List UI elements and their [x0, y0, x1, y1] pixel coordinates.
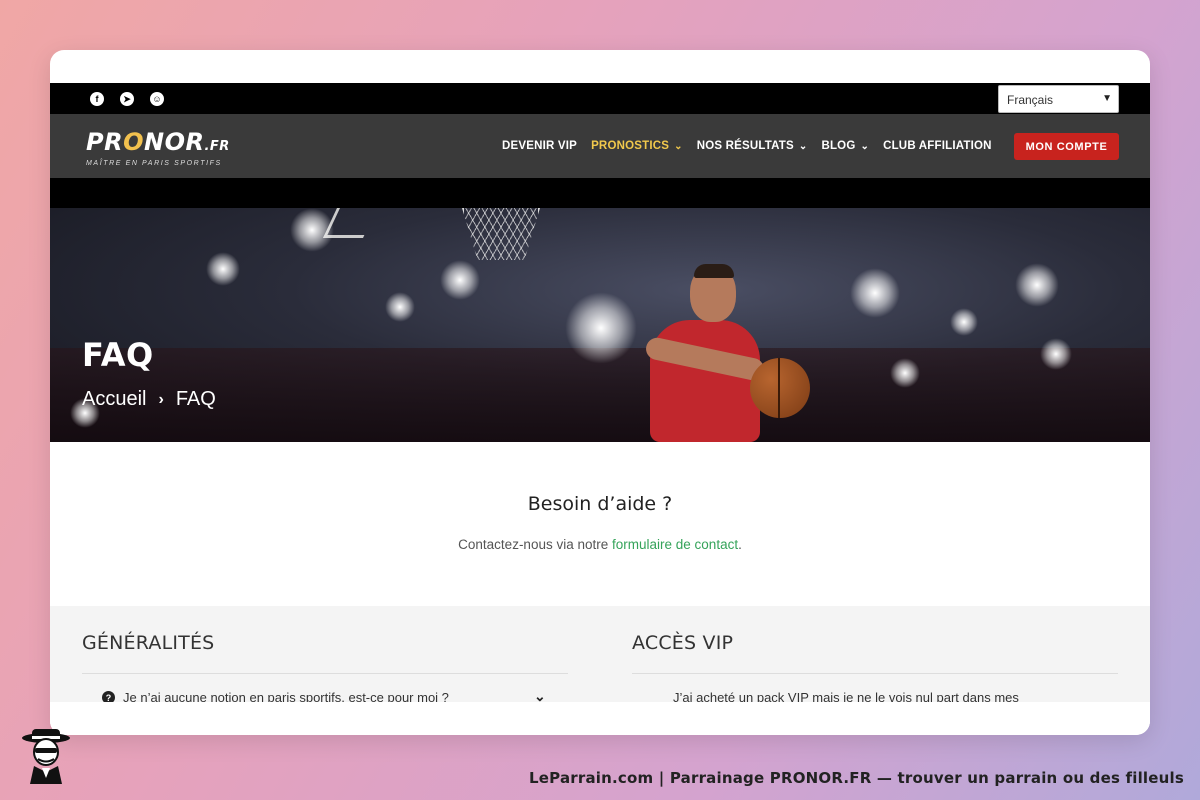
basket-net-shape — [462, 208, 540, 260]
basketball-shape — [750, 358, 810, 418]
chevron-down-icon: ⌄ — [798, 140, 808, 152]
menu-label: NOS RÉSULTATS — [696, 140, 794, 152]
help-text: Contactez-nous via notre formulaire de c… — [50, 537, 1150, 552]
arena-light — [440, 260, 480, 300]
arena-light — [565, 292, 637, 364]
snapchat-icon[interactable]: ☺ — [150, 92, 164, 106]
menu-item-nos-resultats[interactable]: NOS RÉSULTATS ⌄ — [697, 140, 808, 152]
menu-label: CLUB AFFILIATION — [883, 140, 992, 152]
chevron-right-icon: › — [158, 390, 164, 408]
arena-light — [1040, 338, 1072, 370]
help-text-before: Contactez-nous via notre — [458, 537, 609, 552]
divider — [632, 673, 1118, 674]
logo-text-o: O — [123, 128, 144, 156]
arena-light — [1015, 263, 1059, 307]
player-jersey-shape — [650, 320, 760, 442]
social-links: f ➤ ☺ — [90, 92, 164, 106]
card-bottom-edge — [50, 702, 1150, 735]
arena-light — [850, 268, 900, 318]
player-hair-shape — [694, 264, 734, 278]
telegram-icon[interactable]: ➤ — [120, 92, 134, 106]
menu-item-pronostics[interactable]: PRONOSTICS ⌄ — [591, 140, 683, 152]
menu-label: DEVENIR VIP — [502, 140, 578, 152]
logo-tagline: MAÎTRE EN PARIS SPORTIFS — [86, 160, 222, 167]
faq-column-title-generalites: GÉNÉRALITÉS — [82, 632, 215, 654]
menu-item-devenir-vip[interactable]: DEVENIR VIP — [502, 140, 577, 152]
arena-light — [385, 292, 415, 322]
main-navbar: PRONOR.FR MAÎTRE EN PARIS SPORTIFS DEVEN… — [50, 114, 1150, 178]
arena-light — [206, 252, 240, 286]
breadcrumb: Accueil › FAQ — [82, 388, 216, 411]
hero-banner: FAQ Accueil › FAQ — [50, 208, 1150, 442]
menu-label: PRONOSTICS — [591, 140, 670, 152]
chevron-down-icon: ⌄ — [674, 140, 683, 152]
nav-spacer-bar — [50, 178, 1150, 208]
arena-light — [890, 358, 920, 388]
account-button[interactable]: MON COMPTE — [1014, 133, 1119, 160]
menu-item-club-affiliation[interactable]: CLUB AFFILIATION — [883, 140, 992, 152]
chevron-down-icon: ⌄ — [860, 140, 870, 152]
divider — [82, 673, 568, 674]
menu-label: BLOG — [821, 140, 856, 152]
footer-caption: LeParrain.com | Parrainage PRONOR.FR — t… — [529, 769, 1184, 787]
logo-tld: .FR — [204, 139, 230, 154]
help-heading: Besoin d’aide ? — [527, 493, 673, 515]
faq-column-title-acces-vip: ACCÈS VIP — [632, 632, 734, 654]
arena-light — [290, 208, 334, 252]
page-title: FAQ — [82, 336, 154, 374]
logo-text-b: NOR — [143, 128, 205, 156]
facebook-icon[interactable]: f — [90, 92, 104, 106]
contact-form-link[interactable]: formulaire de contact — [612, 537, 738, 552]
arena-light — [950, 308, 978, 336]
main-menu: DEVENIR VIP PRONOSTICS ⌄ NOS RÉSULTATS ⌄ B… — [502, 140, 1006, 152]
menu-item-blog[interactable]: BLOG ⌄ — [821, 140, 869, 152]
chevron-down-icon: ▼ — [1102, 93, 1112, 104]
browser-card: f ➤ ☺ Français ▼ PRONOR.FR MAÎTRE EN PAR… — [50, 50, 1150, 735]
help-text-after: . — [738, 537, 742, 552]
language-value: Français — [1007, 93, 1054, 107]
language-select[interactable]: Français ▼ — [998, 85, 1119, 113]
breadcrumb-current: FAQ — [175, 388, 216, 410]
breadcrumb-home[interactable]: Accueil — [82, 388, 146, 411]
logo-text-a: PR — [86, 128, 124, 156]
site-logo[interactable]: PRONOR.FR MAÎTRE EN PARIS SPORTIFS — [86, 130, 230, 167]
top-bar: f ➤ ☺ Français ▼ — [50, 83, 1150, 114]
godfather-mascot-icon — [22, 729, 70, 784]
